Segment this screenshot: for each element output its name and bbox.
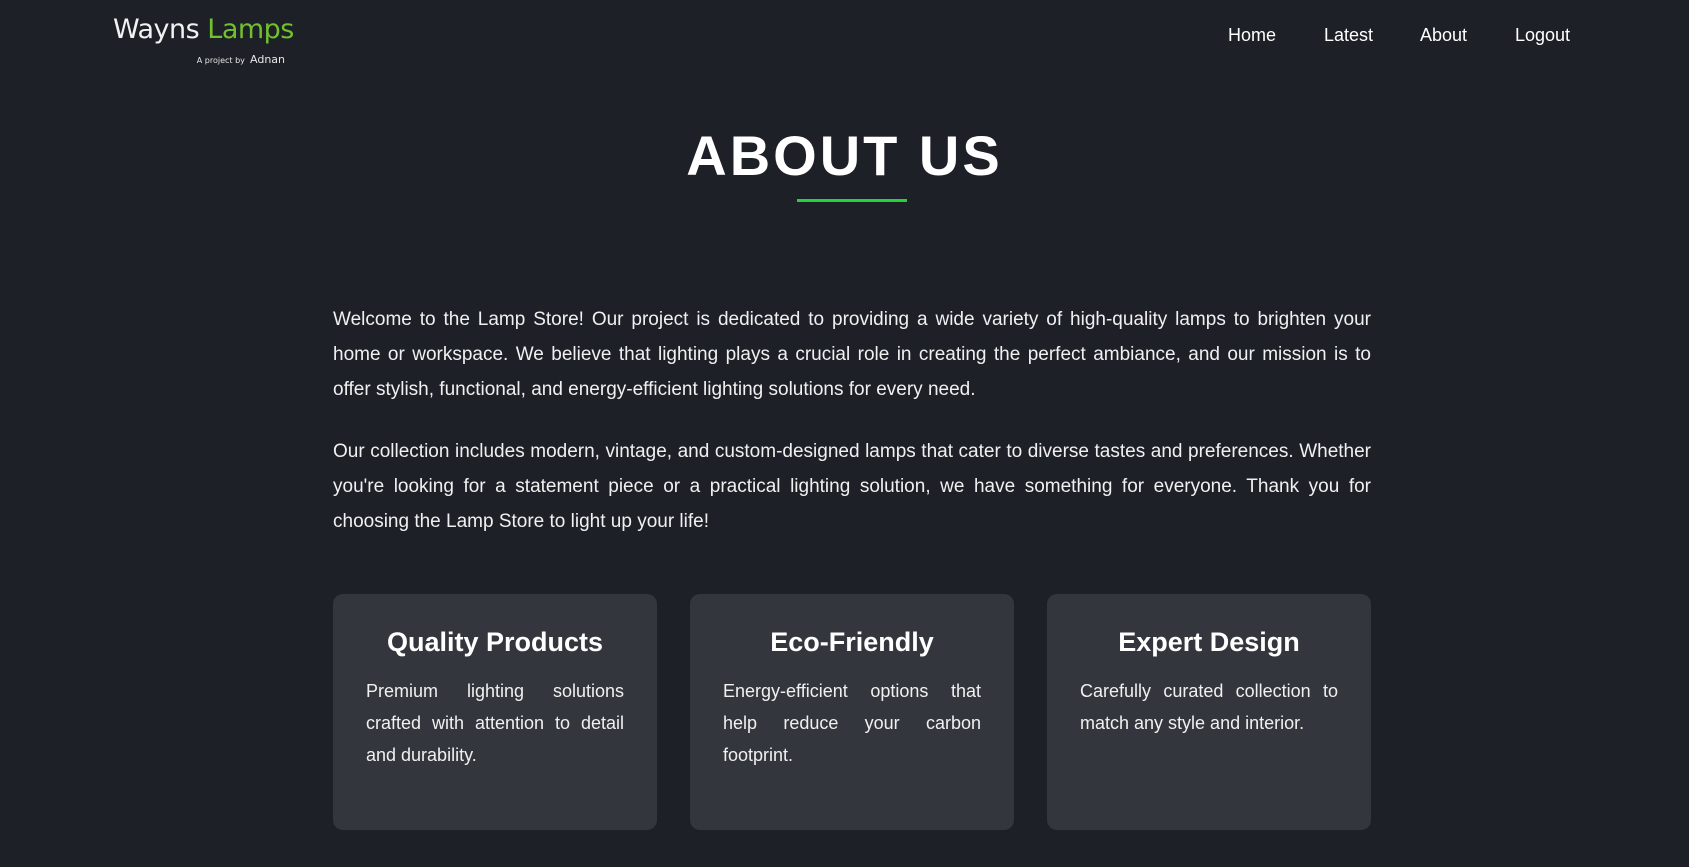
brand-tagline-prefix: A project by — [196, 56, 245, 65]
navbar: Wayns Lamps A project by Adnan Home Late… — [0, 0, 1689, 72]
brand-name: Wayns Lamps — [113, 14, 294, 45]
brand-name-part2: Lamps — [207, 14, 294, 45]
feature-card-title: Expert Design — [1118, 627, 1300, 657]
nav-link-about[interactable]: About — [1420, 25, 1467, 46]
nav-link-logout[interactable]: Logout — [1515, 25, 1570, 46]
nav-link-latest[interactable]: Latest — [1324, 25, 1373, 46]
feature-card-eco: Eco-Friendly Energy-efficient options th… — [690, 594, 1014, 830]
feature-card-text: Premium lighting solutions crafted with … — [366, 681, 624, 765]
brand-tagline: A project by Adnan — [197, 48, 285, 67]
page-title: ABOUT US — [686, 124, 1003, 187]
about-paragraph-collection: Our collection includes modern, vintage,… — [333, 441, 1371, 532]
brand-name-part1: Wayns — [113, 14, 200, 45]
feature-card-quality: Quality Products Premium lighting soluti… — [333, 594, 657, 830]
feature-card-title: Quality Products — [386, 627, 604, 657]
title-underline — [797, 199, 907, 202]
feature-card-text: Carefully curated collection to match an… — [1080, 681, 1338, 733]
feature-card-title: Eco-Friendly — [770, 627, 934, 657]
brand-tagline-author: Adnan — [250, 53, 285, 66]
feature-cards: Quality Products Premium lighting soluti… — [333, 594, 1371, 830]
feature-card-design: Expert Design Carefully curated collecti… — [1047, 594, 1371, 830]
feature-card-text: Energy-efficient options that help reduc… — [723, 681, 981, 765]
about-paragraph-intro: Welcome to the Lamp Store! Our project i… — [333, 309, 1371, 400]
about-content: Welcome to the Lamp Store! Our project i… — [333, 302, 1371, 566]
brand-logo[interactable]: Wayns Lamps A project by Adnan — [113, 14, 294, 67]
nav-link-home[interactable]: Home — [1228, 25, 1276, 46]
